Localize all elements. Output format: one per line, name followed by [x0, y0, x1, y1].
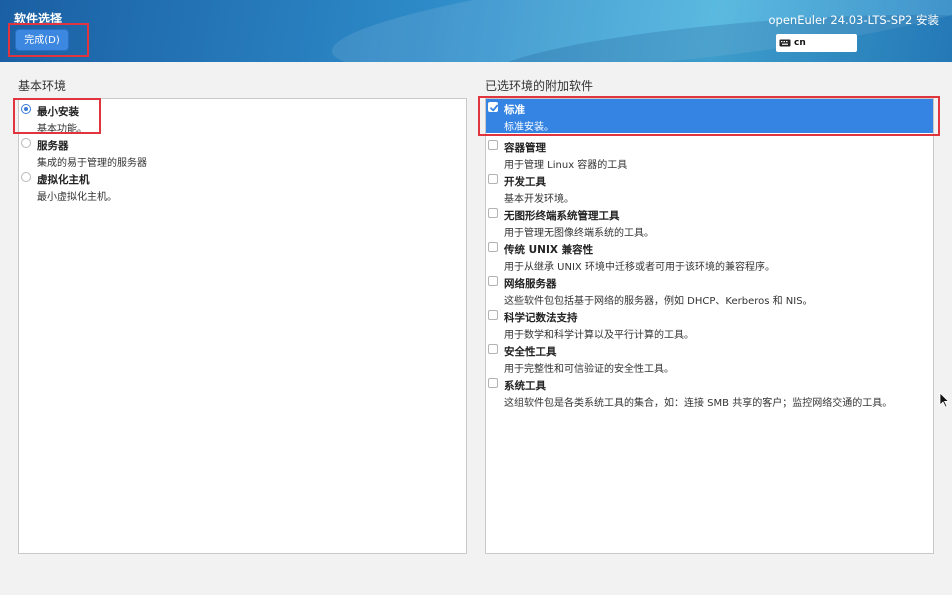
- environment-desc: 集成的易于管理的服务器: [37, 158, 147, 169]
- checkmark-icon: [490, 104, 499, 112]
- radio-button-selected[interactable]: [21, 104, 31, 114]
- radio-button[interactable]: [21, 172, 31, 182]
- addon-title: 网络服务器: [504, 278, 557, 290]
- environment-title: 最小安装: [37, 106, 79, 118]
- keyboard-layout-indicator[interactable]: cn: [776, 34, 857, 52]
- environment-item-server[interactable]: 服务器 集成的易于管理的服务器: [19, 135, 459, 169]
- page-title: 软件选择: [14, 12, 63, 26]
- checkbox[interactable]: [488, 378, 498, 388]
- addon-item-container-management[interactable]: 容器管理 用于管理 Linux 容器的工具: [486, 137, 933, 171]
- checkbox[interactable]: [488, 208, 498, 218]
- addon-title: 标准: [504, 104, 525, 116]
- checkbox[interactable]: [488, 276, 498, 286]
- environment-item-minimal[interactable]: 最小安装 基本功能。: [19, 101, 459, 135]
- addon-item-network-server[interactable]: 网络服务器 这些软件包包括基于网络的服务器，例如 DHCP、Kerberos 和…: [486, 273, 933, 307]
- product-title: openEuler 24.03-LTS-SP2 安装: [768, 13, 939, 27]
- addon-title: 容器管理: [504, 142, 546, 154]
- checkbox[interactable]: [488, 310, 498, 320]
- addon-desc: 用于管理 Linux 容器的工具: [504, 160, 628, 171]
- addon-title: 系统工具: [504, 380, 546, 392]
- addon-item-scientific-support[interactable]: 科学记数法支持 用于数学和科学计算以及平行计算的工具。: [486, 307, 933, 341]
- addon-desc: 这些软件包包括基于网络的服务器，例如 DHCP、Kerberos 和 NIS。: [504, 296, 813, 307]
- keyboard-icon: [779, 39, 791, 47]
- checkbox[interactable]: [488, 140, 498, 150]
- addon-item-system-tools[interactable]: 系统工具 这组软件包是各类系统工具的集合，如：连接 SMB 共享的客户；监控网络…: [486, 375, 933, 409]
- header-bar: 软件选择 完成(D) openEuler 24.03-LTS-SP2 安装 cn: [0, 0, 952, 62]
- addon-list: 标准 标准安装。 容器管理 用于管理 Linux 容器的工具 开发工具 基本开发…: [485, 98, 934, 554]
- checkbox[interactable]: [488, 344, 498, 354]
- addon-desc: 用于从继承 UNIX 环境中迁移或者可用于该环境的兼容程序。: [504, 262, 775, 273]
- addon-desc: 用于数学和科学计算以及平行计算的工具。: [504, 330, 694, 341]
- addon-item-security-tools[interactable]: 安全性工具 用于完整性和可信验证的安全性工具。: [486, 341, 933, 375]
- addon-desc: 标准安装。: [504, 122, 554, 133]
- addon-title: 安全性工具: [504, 346, 557, 358]
- environment-title: 虚拟化主机: [37, 174, 90, 186]
- environment-item-virtualization-host[interactable]: 虚拟化主机 最小虚拟化主机。: [19, 169, 459, 203]
- addon-desc: 用于完整性和可信验证的安全性工具。: [504, 364, 674, 375]
- addon-item-legacy-unix[interactable]: 传统 UNIX 兼容性 用于从继承 UNIX 环境中迁移或者可用于该环境的兼容程…: [486, 239, 933, 273]
- addon-desc: 基本开发环境。: [504, 194, 574, 205]
- done-button[interactable]: 完成(D): [15, 29, 69, 51]
- addon-item-development-tools[interactable]: 开发工具 基本开发环境。: [486, 171, 933, 205]
- addon-title: 无图形终端系统管理工具: [504, 210, 620, 222]
- addon-section-label: 已选环境的附加软件: [485, 79, 594, 93]
- radio-button[interactable]: [21, 138, 31, 148]
- environment-desc: 最小虚拟化主机。: [37, 192, 117, 203]
- addon-item-headless-management[interactable]: 无图形终端系统管理工具 用于管理无图像终端系统的工具。: [486, 205, 933, 239]
- addon-title: 科学记数法支持: [504, 312, 578, 324]
- checkbox[interactable]: [488, 242, 498, 252]
- environment-title: 服务器: [37, 140, 69, 152]
- environment-desc: 基本功能。: [37, 124, 87, 135]
- addon-title: 开发工具: [504, 176, 546, 188]
- environment-section-label: 基本环境: [18, 79, 67, 93]
- checkbox-checked[interactable]: [488, 102, 499, 112]
- addon-title: 传统 UNIX 兼容性: [504, 244, 594, 256]
- addon-desc: 用于管理无图像终端系统的工具。: [504, 228, 654, 239]
- addon-desc: 这组软件包是各类系统工具的集合，如：连接 SMB 共享的客户；监控网络交通的工具…: [504, 398, 893, 409]
- keyboard-layout-label: cn: [794, 38, 806, 48]
- environment-list: 最小安装 基本功能。 服务器 集成的易于管理的服务器 虚拟化主机 最小虚拟化主机…: [18, 98, 467, 554]
- checkbox[interactable]: [488, 174, 498, 184]
- mouse-pointer-icon: [939, 392, 949, 408]
- addon-item-standard[interactable]: 标准 标准安装。: [486, 99, 933, 133]
